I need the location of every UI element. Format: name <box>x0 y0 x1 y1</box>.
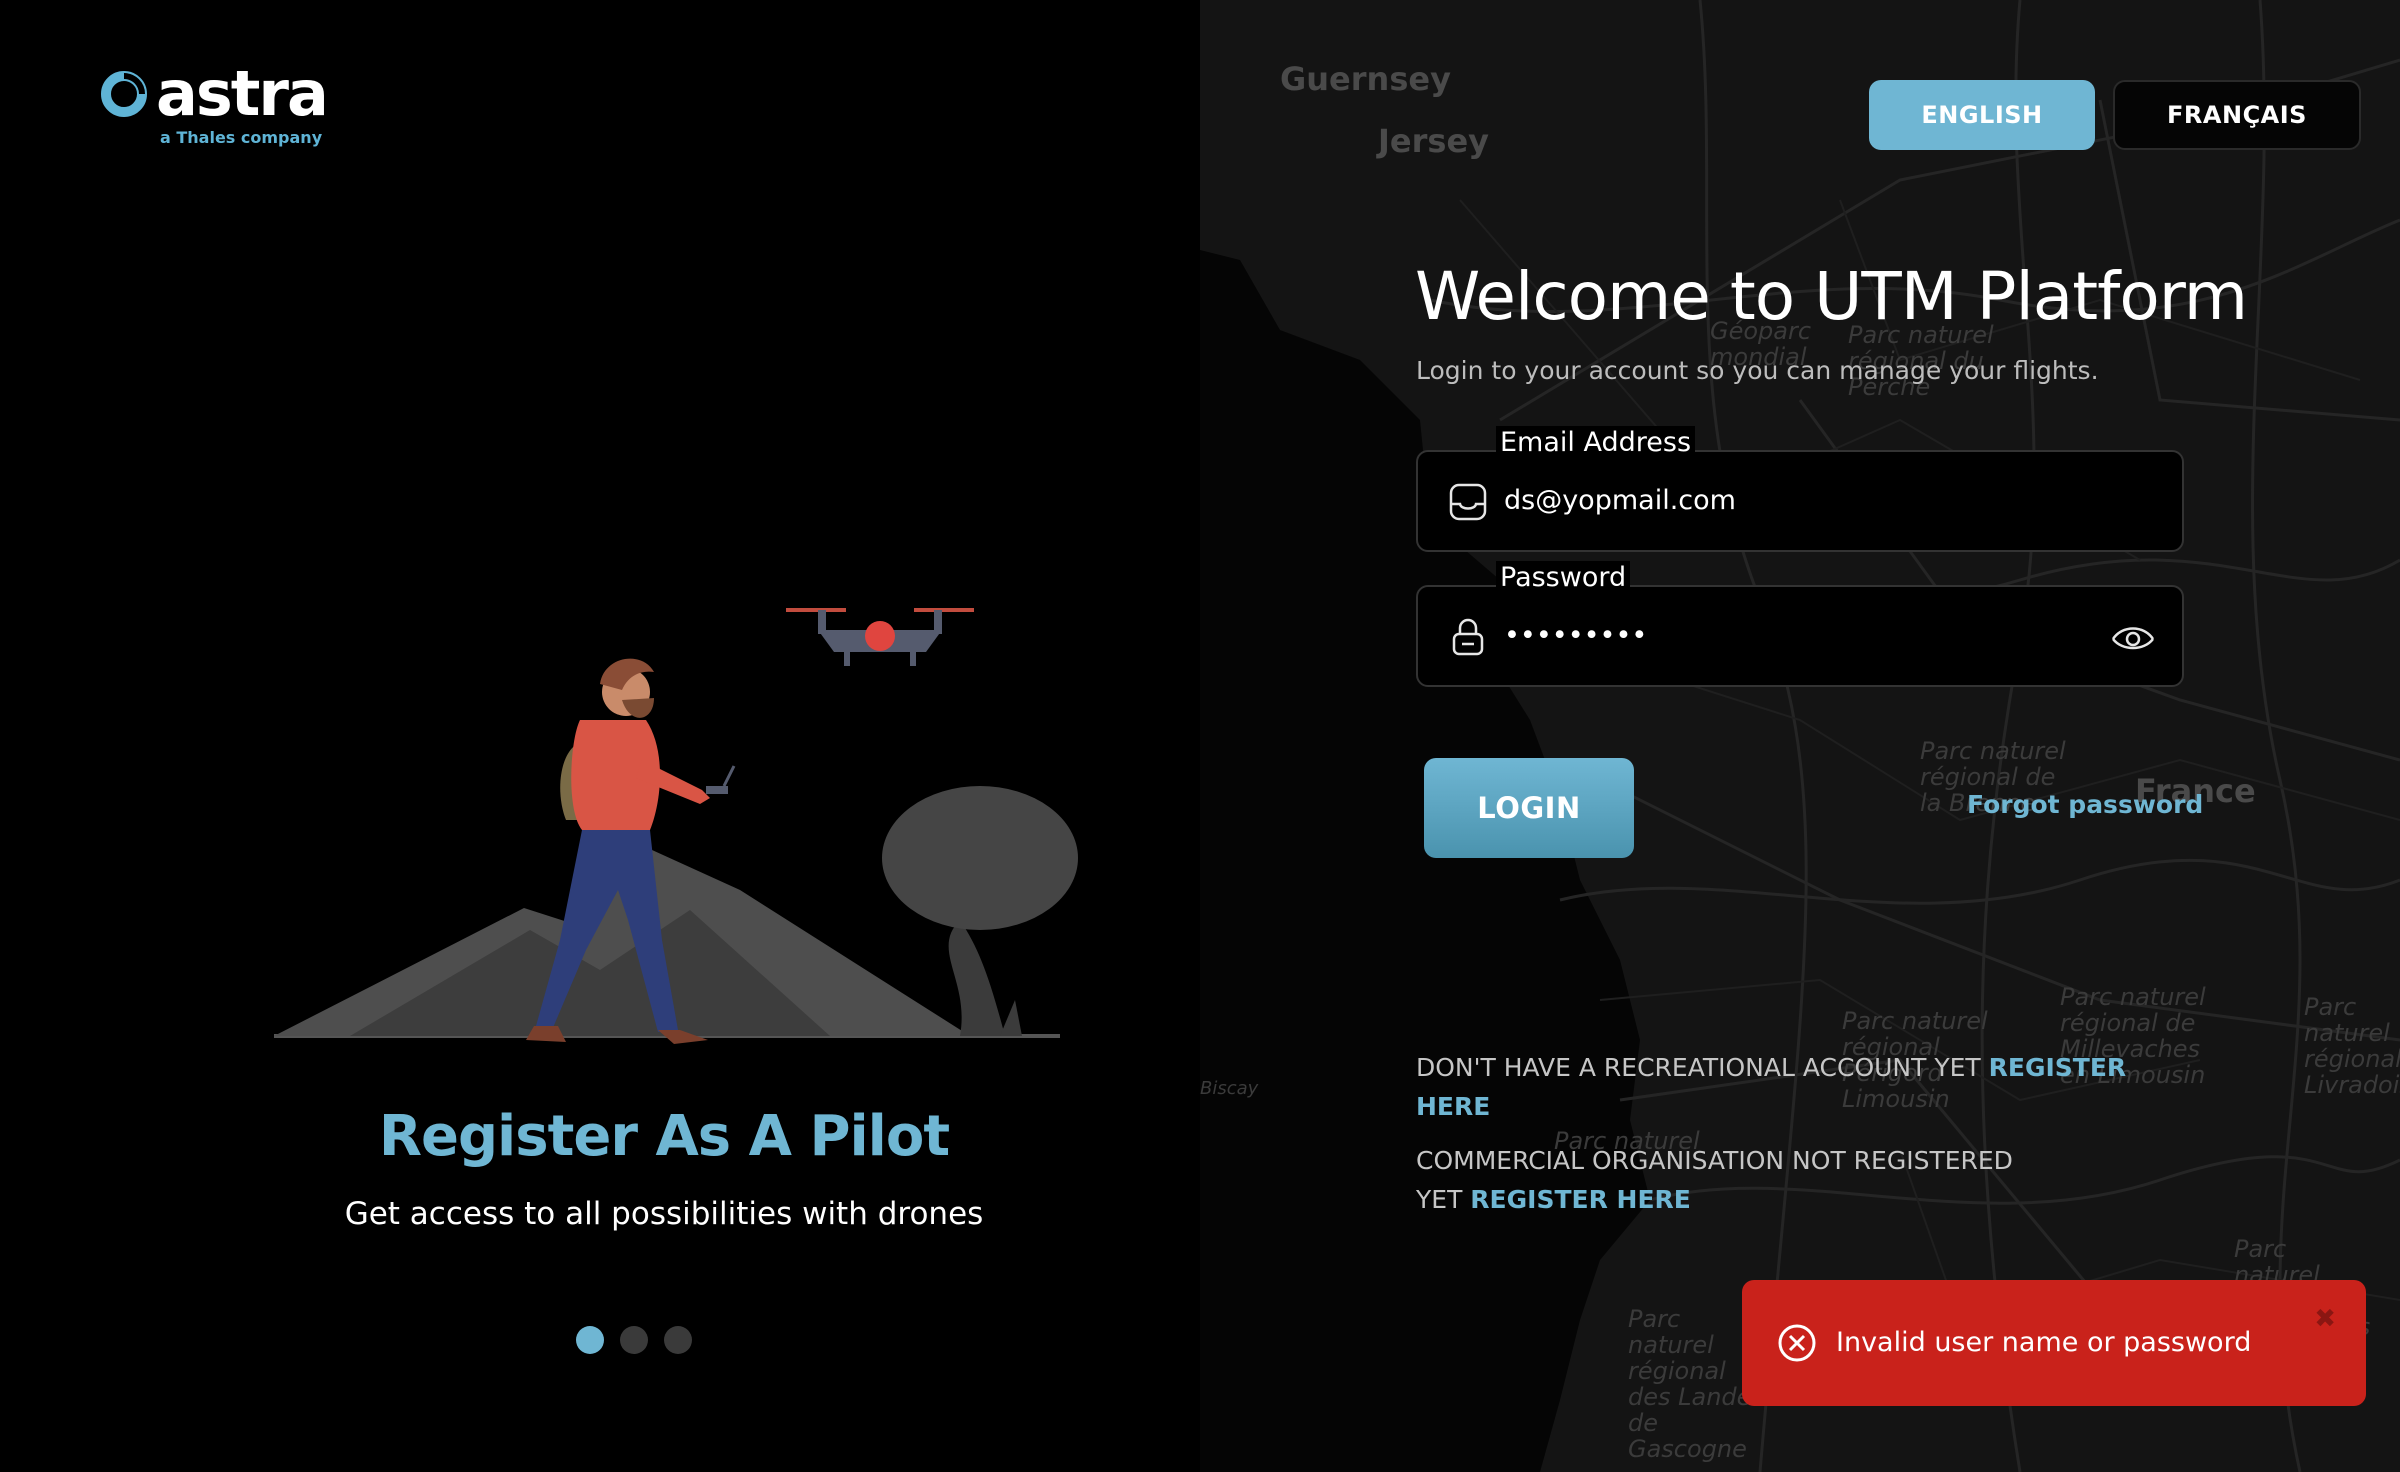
carousel-dot-1[interactable] <box>576 1326 604 1354</box>
inbox-icon <box>1449 483 1487 521</box>
login-button[interactable]: LOGIN <box>1424 758 1634 858</box>
register-recreational-text: DON'T HAVE A RECREATIONAL ACCOUNT YET RE… <box>1416 1048 2136 1126</box>
language-english-button[interactable]: ENGLISH <box>1869 80 2095 150</box>
astra-logo: astra a Thales company <box>100 58 329 152</box>
lock-icon <box>1452 618 1484 656</box>
password-field[interactable]: Password <box>1416 561 2184 687</box>
error-circle-icon <box>1778 1324 1816 1362</box>
language-french-button[interactable]: FRANÇAIS <box>2113 80 2361 150</box>
map-label-guernsey: Guernsey <box>1280 60 1451 98</box>
password-input[interactable] <box>1504 587 2064 685</box>
carousel-dot-2[interactable] <box>620 1326 648 1354</box>
register-recreational-label: DON'T HAVE A RECREATIONAL ACCOUNT YET <box>1416 1053 1981 1082</box>
drone-icon <box>786 608 974 666</box>
map-label-parc-livradois: Parc naturel régional Livradois <box>2304 993 2400 1099</box>
map-label-biscay: Biscay <box>1200 1078 1259 1099</box>
logo-wordmark: astra <box>156 57 329 130</box>
page-subtitle: Login to your account so you can manage … <box>1416 356 2099 385</box>
astra-logo-icon <box>101 71 147 117</box>
page-title: Welcome to UTM Platform <box>1415 258 2248 335</box>
forgot-password-link[interactable]: Forgot password <box>1967 790 2203 819</box>
carousel-dot-3[interactable] <box>664 1326 692 1354</box>
tree-icon <box>882 786 1078 1036</box>
register-commercial-link[interactable]: REGISTER HERE <box>1470 1185 1691 1214</box>
email-field[interactable]: Email Address <box>1416 426 2184 552</box>
register-commercial-text: COMMERCIAL ORGANISATION NOT REGISTERED Y… <box>1416 1141 2016 1219</box>
pilot-drone-illustration <box>274 608 1078 1044</box>
map-background: Guernsey Jersey France Géoparc mondial P… <box>1200 0 2400 1472</box>
carousel-dots <box>576 1326 692 1354</box>
carousel-subtitle: Get access to all possibilities with dro… <box>344 1196 984 1232</box>
toast-message: Invalid user name or password <box>1836 1327 2252 1358</box>
map-label-jersey: Jersey <box>1378 122 1489 160</box>
carousel-title: Register As A Pilot <box>378 1104 950 1169</box>
map-roads <box>1200 0 2400 1472</box>
logo-tagline: a Thales company <box>160 128 323 147</box>
email-input[interactable] <box>1504 452 2064 550</box>
error-toast: Invalid user name or password ✖ <box>1742 1280 2366 1406</box>
eye-icon[interactable] <box>2110 617 2156 657</box>
close-icon[interactable]: ✖ <box>2314 1304 2336 1334</box>
